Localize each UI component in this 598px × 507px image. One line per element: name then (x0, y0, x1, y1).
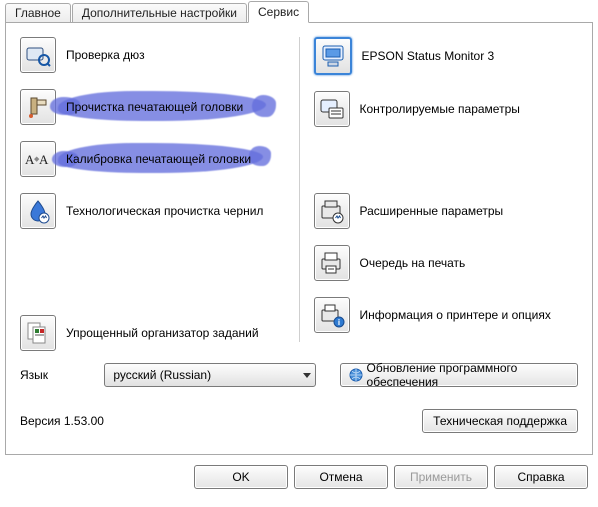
ink-flush-label: Технологическая прочистка чернил (66, 204, 263, 218)
ok-button[interactable]: OK (194, 465, 288, 489)
printer-info-label: Информация о принтере и опциях (360, 308, 551, 322)
monitored-params-label: Контролируемые параметры (360, 102, 520, 116)
tab-main[interactable]: Главное (5, 3, 71, 23)
tab-service-label: Сервис (258, 5, 299, 19)
svg-text:i: i (337, 318, 339, 327)
printer-info-item[interactable]: i Информация о принтере и опциях (314, 297, 579, 333)
right-column: EPSON Status Monitor 3 Контролируемые па… (300, 37, 579, 357)
apply-label: Применить (410, 470, 472, 484)
language-combo-value: русский (Russian) (113, 368, 211, 382)
head-align-icon[interactable]: A ◆ A (20, 141, 56, 177)
status-monitor-item[interactable]: EPSON Status Monitor 3 (314, 37, 579, 75)
tab-advanced[interactable]: Дополнительные настройки (72, 3, 247, 23)
driver-properties-window: Главное Дополнительные настройки Сервис … (0, 0, 598, 507)
monitored-params-item[interactable]: Контролируемые параметры (314, 91, 579, 127)
monitored-params-icon[interactable] (314, 91, 350, 127)
job-arranger-label: Упрощенный организатор заданий (66, 326, 259, 340)
tech-support-label: Техническая поддержка (433, 414, 567, 428)
printer-info-icon[interactable]: i (314, 297, 350, 333)
job-arranger-icon[interactable] (20, 315, 56, 351)
head-align-item[interactable]: A ◆ A Калибровка печатающей головки (20, 141, 285, 177)
left-column: Проверка дюз Прочистка печатающей головк… (20, 37, 299, 357)
language-row: Язык русский (Russian) Обновление програ… (20, 363, 578, 387)
status-monitor-icon[interactable] (314, 37, 352, 75)
apply-button[interactable]: Применить (394, 465, 488, 489)
language-label: Язык (20, 368, 92, 382)
help-label: Справка (517, 470, 564, 484)
head-clean-label: Прочистка печатающей головки (66, 100, 243, 114)
chevron-down-icon (303, 373, 311, 378)
ink-flush-item[interactable]: Технологическая прочистка чернил (20, 193, 285, 229)
tab-service[interactable]: Сервис (248, 1, 309, 23)
version-row: Версия 1.53.00 Техническая поддержка (20, 409, 578, 433)
extended-settings-item[interactable]: Расширенные параметры (314, 193, 579, 229)
version-label: Версия 1.53.00 (20, 414, 104, 428)
service-tab-panel: Проверка дюз Прочистка печатающей головк… (5, 22, 593, 455)
tech-support-button[interactable]: Техническая поддержка (422, 409, 578, 433)
extended-settings-label: Расширенные параметры (360, 204, 504, 218)
globe-icon (349, 368, 363, 382)
cancel-label: Отмена (319, 470, 362, 484)
extended-settings-icon[interactable] (314, 193, 350, 229)
software-update-button[interactable]: Обновление программного обеспечения (340, 363, 578, 387)
ink-flush-icon[interactable] (20, 193, 56, 229)
head-clean-item[interactable]: Прочистка печатающей головки (20, 89, 285, 125)
print-queue-item[interactable]: Очередь на печать (314, 245, 579, 281)
print-queue-icon[interactable] (314, 245, 350, 281)
dialog-button-row: OK Отмена Применить Справка (0, 455, 598, 489)
tab-main-label: Главное (15, 6, 61, 20)
status-monitor-label: EPSON Status Monitor 3 (362, 49, 495, 63)
svg-text:A: A (39, 152, 49, 167)
software-update-label: Обновление программного обеспечения (367, 361, 569, 389)
ok-label: OK (232, 470, 249, 484)
head-align-label: Калибровка печатающей головки (66, 152, 251, 166)
nozzle-check-item[interactable]: Проверка дюз (20, 37, 285, 73)
tabstrip: Главное Дополнительные настройки Сервис (5, 0, 593, 22)
tab-advanced-label: Дополнительные настройки (82, 6, 237, 20)
nozzle-check-label: Проверка дюз (66, 48, 145, 62)
print-queue-label: Очередь на печать (360, 256, 466, 270)
cancel-button[interactable]: Отмена (294, 465, 388, 489)
nozzle-check-icon[interactable] (20, 37, 56, 73)
help-button[interactable]: Справка (494, 465, 588, 489)
language-combo[interactable]: русский (Russian) (104, 363, 315, 387)
job-arranger-item[interactable]: Упрощенный организатор заданий (20, 315, 285, 351)
tools-columns: Проверка дюз Прочистка печатающей головк… (20, 37, 578, 357)
